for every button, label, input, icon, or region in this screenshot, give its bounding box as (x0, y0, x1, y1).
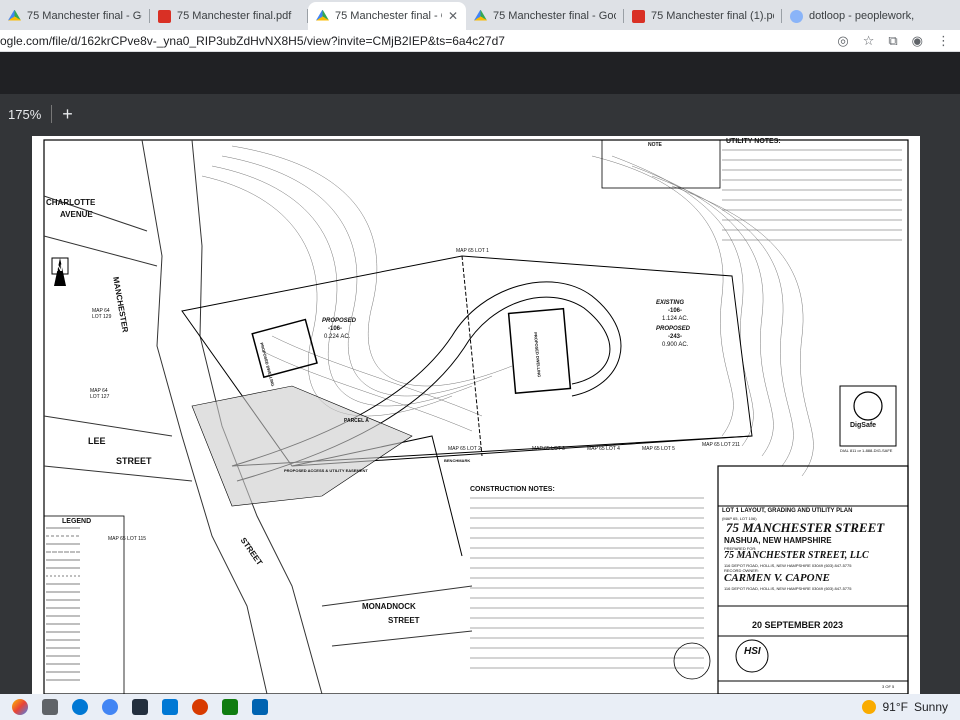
browser-tab-4[interactable]: 75 Manchester final - Google Drive (466, 2, 624, 30)
existing-label: EXISTING (656, 300, 685, 306)
plan-city: NASHUA, NEW HAMPSHIRE (724, 536, 832, 545)
pdf-icon (158, 9, 171, 23)
browser-tab-bar: 75 Manchester final - Google Drive 75 Ma… (0, 0, 960, 30)
plan-type: LOT 1 LAYOUT, GRADING AND UTILITY PLAN (722, 508, 853, 514)
tab-title: dotloop - peoplework, not paper (809, 10, 914, 22)
amazon-icon[interactable] (132, 699, 148, 715)
note-title: NOTE (648, 142, 662, 148)
digsafe-logo: DigSafe (850, 422, 877, 429)
street-label-monadnock: MONADNOCK (362, 602, 416, 611)
proposed-lot-number-106: -106- (328, 326, 343, 332)
map-label-lot-115: MAP 65 LOT 115 (108, 536, 147, 542)
construction-notes-title: CONSTRUCTION NOTES: (470, 486, 555, 493)
map-label-lot-2: MAP 65 LOT 2 (448, 446, 481, 452)
copilot-icon[interactable] (12, 699, 28, 715)
digsafe-call: DIAL 811 or 1-888-DIG-SAFE (840, 448, 893, 453)
zoom-level[interactable]: 175% (8, 107, 41, 122)
map-label-lot-1: MAP 65 LOT 1 (456, 248, 489, 254)
menu-icon[interactable]: ⋮ (937, 33, 950, 49)
owner-llc: 75 MANCHESTER STREET, LLC (724, 550, 869, 561)
tab-title: 75 Manchester final (1).pdf (651, 10, 774, 22)
map-label-lot-4: MAP 65 LOT 4 (587, 446, 620, 452)
map-label-lot-3: MAP 65 LOT 3 (532, 446, 565, 452)
plan-address: 75 MANCHESTER STREET (726, 520, 885, 535)
extensions-icon[interactable]: ⧉ (888, 33, 897, 49)
proposed-acreage-243: 0.900 AC. (662, 342, 689, 348)
firm-logo: HSI (744, 646, 761, 657)
windows-taskbar: 91°F Sunny (0, 694, 960, 720)
browser-tab-3-active[interactable]: 75 Manchester final - Google Drive ✕ (308, 2, 466, 30)
parcel-a-label: PARCEL A (344, 418, 369, 424)
north-arrow: N (56, 263, 63, 273)
sheet-number: 3 OF 5 (882, 684, 895, 689)
bookmark-star-icon[interactable]: ☆ (863, 33, 875, 49)
proposed-acreage-106: 0.224 AC. (324, 334, 351, 340)
drive-icon (8, 9, 21, 21)
owner-name: CARMEN V. CAPONE (724, 572, 830, 584)
google-lens-icon[interactable]: ◎ (837, 33, 848, 49)
weather-widget[interactable]: 91°F Sunny (862, 700, 960, 714)
edge-icon[interactable] (72, 699, 88, 715)
viewer-header (0, 52, 960, 94)
url-field[interactable]: ogle.com/file/d/162krCPve8v-_yna0_RIP3ub… (0, 34, 837, 48)
map-label-lot-5: MAP 65 LOT 5 (642, 446, 675, 452)
existing-lot-number: -106- (668, 308, 683, 314)
dotloop-icon (790, 9, 803, 23)
proposed-label-243: PROPOSED (656, 326, 691, 332)
profile-icon[interactable]: ◉ (912, 33, 923, 49)
zoom-in-button[interactable]: + (62, 104, 73, 125)
sun-icon (862, 700, 877, 714)
utility-notes-title: UTILITY NOTES: (726, 138, 781, 145)
browser-tab-2[interactable]: 75 Manchester final.pdf (150, 2, 308, 30)
browser-tab-6[interactable]: dotloop - peoplework, not paper (782, 2, 922, 30)
access-easement-label: PROPOSED ACCESS & UTILITY EASEMENT (284, 468, 368, 473)
proposed-label-106: PROPOSED (322, 318, 357, 324)
outlook-icon[interactable] (162, 699, 178, 715)
weather-temperature: 91°F (882, 700, 908, 714)
tab-title: 75 Manchester final - Google Drive (27, 10, 142, 22)
plan-date: 20 SEPTEMBER 2023 (752, 620, 844, 630)
address-bar: ogle.com/file/d/162krCPve8v-_yna0_RIP3ub… (0, 30, 960, 52)
browser-tab-1[interactable]: 75 Manchester final - Google Drive (0, 2, 150, 30)
street-label-lee: LEE (88, 436, 106, 446)
pdf-viewer[interactable]: CHARLOTTE AVENUE MANCHESTER LEE STREET S… (0, 134, 960, 694)
legend-title: LEGEND (62, 518, 92, 525)
weather-condition: Sunny (913, 700, 948, 714)
pdf-icon (632, 9, 645, 23)
drive-icon (474, 9, 487, 21)
drive-icon (316, 9, 329, 21)
tab-title: 75 Manchester final - Google Drive (335, 10, 442, 22)
owner-name-address: 116 DEPOT ROAD, HOLLIS, NEW HAMPSHIRE 03… (724, 586, 852, 591)
map-label-lot-127: MAP 64 LOT 127 (90, 388, 110, 400)
benchmark-label: BENCHMARK (444, 458, 471, 463)
tab-title: 75 Manchester final - Google Drive (493, 10, 616, 22)
street-label-charlotte: CHARLOTTE (46, 198, 96, 207)
tab-title: 75 Manchester final.pdf (177, 10, 292, 22)
viewer-toolbar: 175% + (0, 94, 960, 134)
task-view-icon[interactable] (42, 699, 58, 715)
browser-tab-5[interactable]: 75 Manchester final (1).pdf (624, 2, 782, 30)
map-label-lot-211: MAP 65 LOT 211 (702, 442, 741, 448)
site-plan-drawing (43, 139, 909, 694)
street-label-avenue: AVENUE (60, 210, 93, 219)
proposed-lot-number-243: -243- (668, 334, 683, 340)
street-label-monadnock-street: STREET (388, 616, 420, 625)
close-tab-icon[interactable]: ✕ (448, 9, 458, 23)
photos-icon[interactable] (222, 699, 238, 715)
existing-acreage: 1.124 AC. (662, 316, 689, 322)
store-icon[interactable] (252, 699, 268, 715)
street-label-lee-street: STREET (116, 456, 152, 466)
chrome-icon[interactable] (102, 699, 118, 715)
map-label-lot-129: MAP 64 LOT 129 (92, 308, 112, 320)
pdf-page: CHARLOTTE AVENUE MANCHESTER LEE STREET S… (32, 136, 920, 694)
app-icon[interactable] (192, 699, 208, 715)
